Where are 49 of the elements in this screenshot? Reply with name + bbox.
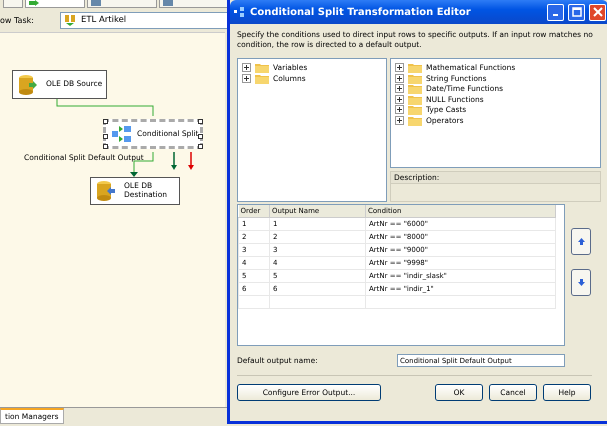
- arrow-icon: [29, 0, 39, 6]
- task-label: ow Task:: [0, 16, 34, 24]
- expand-toggle[interactable]: [395, 84, 404, 93]
- close-icon: [592, 7, 602, 17]
- close-button[interactable]: [589, 4, 606, 20]
- output-arrow: [171, 152, 177, 170]
- folder-icon: [408, 83, 422, 94]
- folder-icon: [408, 72, 422, 84]
- empty-cell[interactable]: [238, 296, 270, 309]
- expand-toggle[interactable]: [395, 63, 404, 72]
- database-icon: [96, 180, 116, 202]
- designer-tab[interactable]: [87, 0, 157, 8]
- expand-icon: [243, 74, 250, 82]
- move-up-button[interactable]: [571, 228, 591, 256]
- error-output-arrow: [188, 152, 194, 170]
- database-icon: [18, 74, 38, 96]
- expand-icon: [396, 74, 403, 82]
- expand-toggle[interactable]: [395, 74, 404, 82]
- split-icon: [112, 125, 132, 143]
- split-icon: [234, 7, 246, 17]
- up-arrow-icon: [578, 238, 584, 246]
- expand-icon: [396, 96, 403, 102]
- expand-toggle[interactable]: [395, 105, 404, 114]
- expand-toggle[interactable]: [242, 63, 251, 72]
- minimize-button[interactable]: [547, 4, 564, 20]
- grid-icon: [163, 0, 173, 6]
- folder-icon: [255, 72, 269, 84]
- maximize-button[interactable]: [568, 4, 585, 20]
- expand-icon: [396, 116, 403, 124]
- folder-icon: [255, 62, 269, 73]
- grid-icon: [91, 0, 101, 6]
- selection-handle[interactable]: [198, 119, 203, 124]
- expand-icon: [396, 64, 403, 71]
- expand-icon: [396, 106, 403, 113]
- move-down-button[interactable]: [571, 269, 591, 296]
- selection-handle[interactable]: [103, 119, 108, 124]
- folder-icon: [408, 104, 422, 115]
- down-arrow-icon: [578, 279, 584, 286]
- expand-toggle[interactable]: [395, 116, 404, 124]
- folder-icon: [408, 62, 422, 73]
- expand-icon: [243, 64, 250, 71]
- folder-icon: [408, 114, 422, 126]
- expand-toggle[interactable]: [242, 74, 251, 82]
- expand-icon: [396, 85, 403, 92]
- maximize-icon: [572, 7, 582, 17]
- task-icon: [64, 14, 76, 26]
- folder-icon: [408, 94, 422, 104]
- window-title: Conditional Split Transformation Editor: [250, 6, 472, 18]
- expand-toggle[interactable]: [395, 94, 404, 104]
